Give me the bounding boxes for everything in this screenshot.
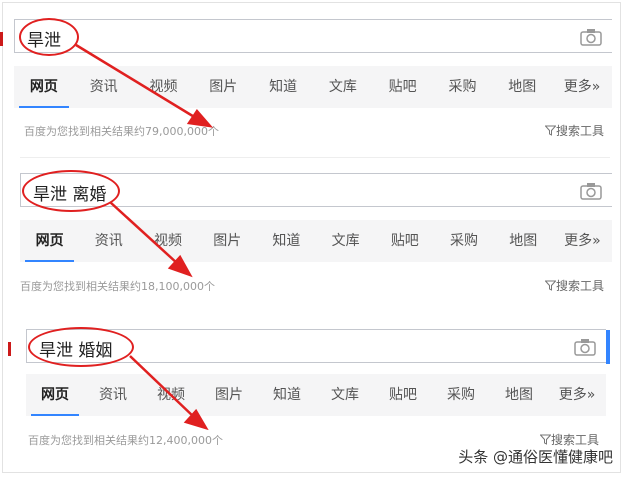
- annotation-arrows: [75, 43, 214, 431]
- arrow-head: [186, 108, 214, 128]
- annotation-arrow: [129, 355, 196, 419]
- watermark: 头条 @通俗医懂健康吧: [458, 448, 613, 466]
- annotation-arrow: [109, 201, 179, 265]
- annotation-arrow: [75, 43, 197, 120]
